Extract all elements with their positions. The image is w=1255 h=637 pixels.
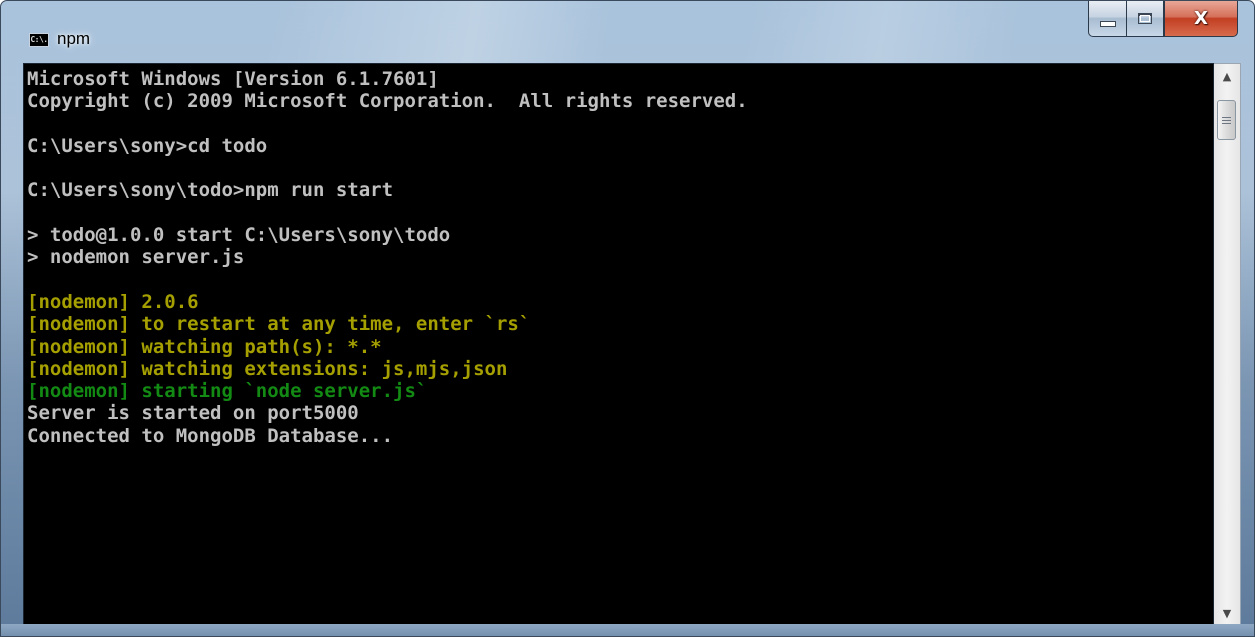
console-line: C:\Users\sony\todo>npm run start xyxy=(27,179,394,202)
console-line: [nodemon] to restart at any time, enter … xyxy=(27,313,531,336)
console-line: [nodemon] 2.0.6 xyxy=(27,290,199,313)
minimize-button[interactable] xyxy=(1088,1,1126,37)
cmd-icon[interactable]: C:\. xyxy=(29,33,49,47)
console-line: > todo@1.0.0 start C:\Users\sony\todo xyxy=(27,224,451,247)
console-line: Server is started on port5000 xyxy=(27,402,359,425)
window-bottom-border xyxy=(1,624,1254,636)
title-bar[interactable]: C:\. npm X xyxy=(1,1,1254,63)
scroll-up-arrow-icon: ▲ xyxy=(1222,69,1232,83)
maximize-icon xyxy=(1138,13,1152,24)
console-text: Microsoft Windows [Version 6.1.7601] Copy… xyxy=(24,64,1213,447)
close-button[interactable]: X xyxy=(1164,1,1238,37)
minimize-icon xyxy=(1099,20,1116,27)
grip-icon xyxy=(1222,116,1231,124)
scroll-up-button[interactable]: ▲ xyxy=(1214,64,1240,88)
scroll-down-arrow-icon: ▼ xyxy=(1222,606,1232,620)
console-line: [nodemon] watching extensions: js,mjs,js… xyxy=(27,357,508,380)
scroll-thumb[interactable] xyxy=(1217,100,1236,140)
maximize-button[interactable] xyxy=(1126,1,1164,37)
console-line: C:\Users\sony>cd todo xyxy=(27,134,268,157)
console-output-area[interactable]: Microsoft Windows [Version 6.1.7601] Copy… xyxy=(23,63,1214,626)
scroll-down-button[interactable]: ▼ xyxy=(1214,601,1240,625)
window-title: npm xyxy=(57,29,91,48)
console-line: Microsoft Windows [Version 6.1.7601] xyxy=(27,68,439,90)
console-window: C:\. npm X Microsoft Windows [Version 6.… xyxy=(0,0,1255,637)
close-icon: X xyxy=(1194,8,1208,29)
console-line: [nodemon] starting `node server.js` xyxy=(27,380,428,403)
console-line: [nodemon] watching path(s): *.* xyxy=(27,335,382,358)
vertical-scrollbar[interactable]: ▲ ▼ xyxy=(1214,63,1241,626)
window-controls: X xyxy=(1088,1,1238,39)
console-line: Connected to MongoDB Database... xyxy=(27,424,394,447)
console-line: Copyright (c) 2009 Microsoft Corporation… xyxy=(27,90,748,113)
console-line: > nodemon server.js xyxy=(27,246,245,269)
